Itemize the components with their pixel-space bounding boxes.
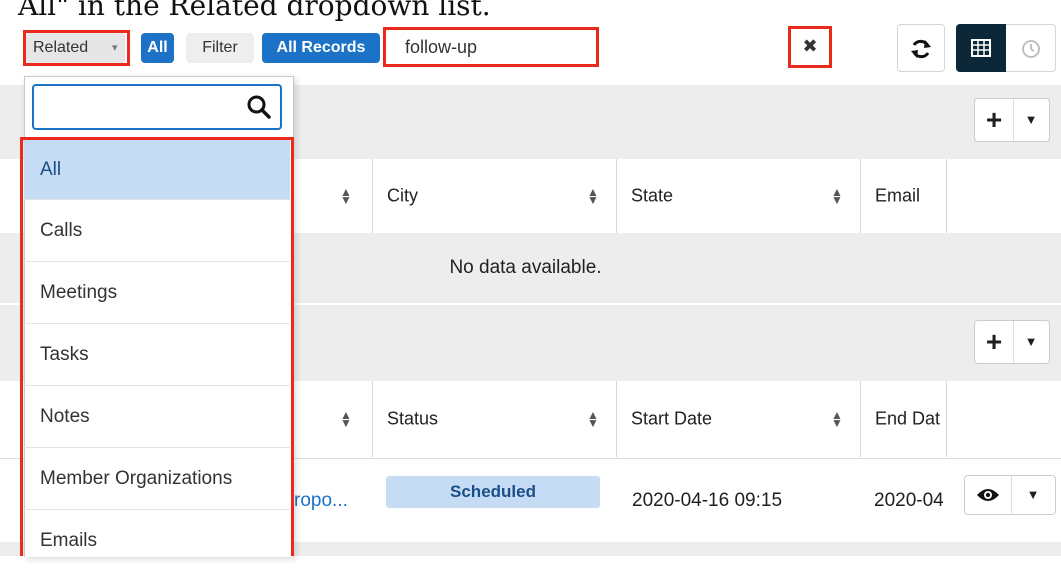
add-button[interactable]: + [975, 321, 1014, 363]
column-header-end-date[interactable]: End Dat [860, 381, 946, 457]
column-header-city[interactable]: City ▲ ▼ [372, 159, 616, 233]
column-header-state[interactable]: State ▲ ▼ [616, 159, 860, 233]
sort-icon: ▲ ▼ [587, 185, 599, 207]
grid-view-icon [971, 39, 991, 57]
column-header-status[interactable]: Status ▲ ▼ [372, 381, 616, 457]
column-header-actions [946, 381, 1061, 457]
highlight-related [23, 30, 130, 66]
column-header-email[interactable]: Email [860, 159, 946, 233]
subpanel-add-group: + ▼ [974, 320, 1050, 364]
refresh-button[interactable] [897, 24, 945, 72]
status-badge: Scheduled [386, 476, 600, 508]
add-button[interactable]: + [975, 99, 1014, 141]
caret-down-icon[interactable]: ▼ [1011, 476, 1055, 514]
column-header-start-date[interactable]: Start Date ▲ ▼ [616, 381, 860, 457]
column-header[interactable]: ▲ ▼ [290, 159, 372, 233]
highlight-search [383, 27, 599, 67]
sort-icon: ▲ ▼ [831, 185, 843, 207]
preview-button[interactable] [965, 476, 1012, 514]
sort-icon: ▲ ▼ [587, 408, 599, 430]
caret-down-icon[interactable]: ▼ [1013, 321, 1049, 363]
sort-icon: ▲ ▼ [340, 185, 352, 207]
clock-icon [1021, 40, 1040, 58]
record-name-link[interactable]: ropo... [294, 490, 348, 512]
end-date-cell: 2020-04 [874, 490, 944, 511]
module-all-button[interactable]: All [141, 33, 174, 63]
sort-icon: ▲ ▼ [340, 408, 352, 430]
all-records-button[interactable]: All Records [262, 33, 380, 63]
filter-label: Filter [186, 33, 254, 63]
highlight-options-list [20, 137, 294, 556]
sort-icon: ▲ ▼ [831, 408, 843, 430]
related-search-input[interactable] [32, 84, 282, 130]
row-actions: ▼ [964, 475, 1056, 515]
list-view-button[interactable] [956, 24, 1006, 72]
highlight-clear [788, 26, 832, 68]
start-date-cell: 2020-04-16 09:15 [632, 490, 783, 511]
column-header-actions [946, 159, 1061, 233]
subpanel-add-group: + ▼ [974, 98, 1050, 142]
eye-icon [977, 489, 999, 501]
search-icon [247, 95, 271, 119]
activity-stream-button[interactable] [1006, 24, 1056, 72]
column-header[interactable]: ▲ ▼ [290, 381, 372, 457]
caret-down-icon[interactable]: ▼ [1013, 99, 1049, 141]
refresh-icon [911, 39, 931, 59]
